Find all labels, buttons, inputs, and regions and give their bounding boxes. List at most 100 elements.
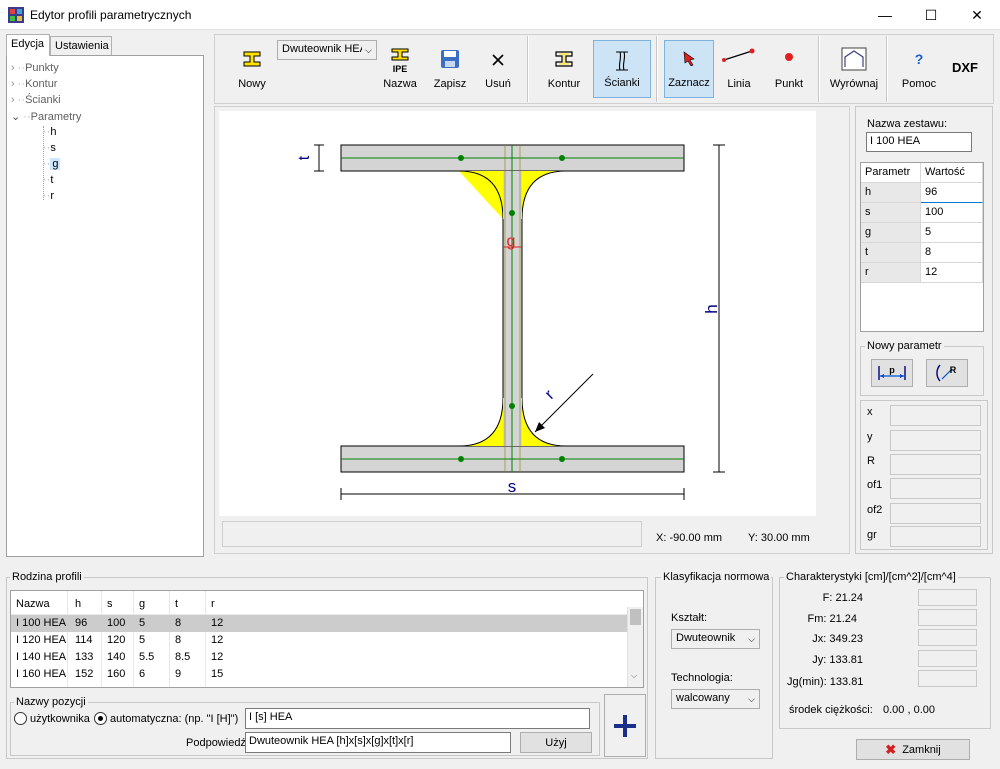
maximize-button[interactable]: ☐	[908, 0, 954, 30]
char-jy: Jy: 133.81	[812, 654, 863, 666]
characteristics-label: Charakterystyki [cm]/[cm^2]/[cm^4]	[784, 571, 958, 583]
name-button[interactable]: IPE Nazwa	[378, 40, 422, 98]
tree-item-kontur[interactable]: › ··Kontur	[11, 78, 57, 94]
hint-label: Podpowiedź	[186, 737, 246, 749]
status-field	[222, 521, 642, 547]
set-name-input[interactable]: I 100 HEA	[866, 132, 972, 152]
tree-param-h[interactable]: ··h	[43, 126, 56, 142]
tech-select[interactable]: walcowany ⌵	[671, 689, 760, 709]
user-option-radio[interactable]	[14, 712, 27, 725]
fillet-top-right-fill	[522, 171, 566, 219]
r-dimension-label: r	[542, 386, 558, 402]
window-title: Edytor profili parametrycznych	[30, 8, 192, 22]
delete-icon	[492, 54, 504, 66]
line-tool-icon	[722, 48, 755, 62]
new-param-label: Nowy parametr	[865, 340, 944, 352]
delete-button[interactable]: Usuń	[476, 40, 520, 98]
col-header: t	[175, 598, 179, 610]
ipe-name-icon: IPE	[391, 48, 409, 74]
r-dimension-line	[534, 373, 594, 433]
auto-option-radio[interactable]	[94, 712, 107, 725]
walls-button[interactable]: Ścianki	[593, 40, 651, 98]
hint-input[interactable]: Dwuteownik HEA [h]x[s]x[g]x[t]x[r]	[245, 732, 511, 753]
char-jy-field	[918, 650, 977, 667]
ipe-icon-text: IPE	[393, 64, 408, 74]
table-row[interactable]: I 140 HEA 133 140 5.5 8.5 12	[11, 649, 627, 666]
param-value-t[interactable]: 8	[921, 243, 983, 263]
profile-type-select[interactable]: Dwuteownik HEA ⌵	[277, 40, 377, 60]
plus-icon	[614, 714, 636, 737]
radio-dot	[98, 716, 103, 721]
help-button[interactable]: ? Pomoc	[894, 40, 944, 98]
point[interactable]	[559, 456, 565, 462]
table-scrollbar[interactable]: ⌵	[627, 607, 643, 687]
line-label: Linia	[727, 78, 751, 90]
param-r-icon: R	[936, 364, 957, 382]
table-row[interactable]: I 120 HEA 114 120 5 8 12	[11, 632, 627, 649]
param-value-s[interactable]: 100	[921, 203, 983, 223]
tree-item-parametry[interactable]: ⌄ ··Parametry	[11, 110, 81, 126]
chevron-down-icon: ⌵	[748, 634, 755, 644]
param-header-name: Parametr	[861, 163, 921, 183]
contour-button[interactable]: Kontur	[536, 40, 592, 98]
save-label: Zapisz	[433, 78, 467, 90]
select-button[interactable]: Zaznacz	[664, 40, 714, 98]
select-label: Zaznacz	[668, 77, 710, 89]
tree-param-t[interactable]: ··t	[43, 174, 53, 190]
add-param-r-button[interactable]: R	[926, 359, 968, 387]
add-profile-button[interactable]	[604, 694, 646, 757]
tree-param-s[interactable]: ··s	[43, 142, 56, 158]
char-jx: Jx: 349.23	[812, 633, 863, 645]
shape-select[interactable]: Dwuteownik ⌵	[671, 629, 760, 649]
shape-label: Kształt:	[671, 612, 708, 624]
align-button[interactable]: Wyrównaj	[826, 40, 882, 98]
drawing-canvas[interactable]: g t h s r	[219, 111, 816, 516]
chevron-right-icon: ›	[11, 62, 15, 74]
help-label: Pomoc	[901, 78, 937, 90]
contour-icon	[555, 51, 573, 67]
chevron-down-icon: ⌄	[11, 111, 21, 123]
name-label: Nazwa	[383, 78, 417, 90]
tree-item-punkty[interactable]: › ··Punkty	[11, 62, 59, 78]
h-dimension-label: h	[702, 304, 721, 313]
tree-item-scianki[interactable]: › ··Ścianki	[11, 94, 61, 110]
param-name: s	[861, 203, 921, 223]
tree-param-g[interactable]: ·· g	[43, 158, 61, 174]
tab-ustawienia[interactable]: Ustawienia	[50, 36, 112, 56]
save-button[interactable]: Zapisz	[428, 40, 472, 98]
contour-label: Kontur	[547, 78, 581, 90]
user-option-label: użytkownika	[30, 713, 90, 725]
delete-label: Usuń	[485, 78, 511, 90]
close-window-button[interactable]: ✕	[954, 0, 1000, 30]
new-button[interactable]: Nowy	[222, 40, 282, 98]
param-value-h[interactable]: 96	[921, 183, 983, 203]
point[interactable]	[509, 210, 515, 216]
app-icon	[8, 7, 24, 23]
center-label: środek ciężkości:	[789, 704, 873, 716]
param-value-g[interactable]: 5	[921, 223, 983, 243]
point[interactable]	[458, 456, 464, 462]
tree-param-r[interactable]: ··r	[43, 190, 54, 206]
use-button[interactable]: Użyj	[520, 732, 592, 753]
g-dimension-label: g	[507, 233, 516, 250]
tab-edycja[interactable]: Edycja	[6, 34, 50, 56]
dxf-button[interactable]: DXF	[948, 60, 982, 78]
table-row[interactable]: I 100 HEA 96 100 5 8 12	[11, 615, 627, 632]
auto-name-input[interactable]: I [s] HEA	[245, 708, 590, 729]
col-header: h	[75, 598, 82, 610]
param-value-r[interactable]: 12	[921, 263, 983, 283]
positions-label: Nazwy pozycji	[14, 696, 88, 708]
point[interactable]	[509, 403, 515, 409]
minimize-button[interactable]: —	[862, 0, 908, 30]
scroll-down-icon[interactable]: ⌵	[631, 671, 637, 681]
line-button[interactable]: Linia	[716, 40, 762, 98]
close-button[interactable]: ✖ Zamknij	[856, 739, 970, 760]
coord-label-r: R	[867, 455, 875, 467]
point[interactable]	[458, 155, 464, 161]
point[interactable]	[559, 155, 565, 161]
point-button[interactable]: Punkt	[766, 40, 812, 98]
table-row[interactable]: I 160 HEA 152 160 6 9 15	[11, 666, 627, 683]
add-param-p-button[interactable]: p	[871, 359, 913, 387]
scrollbar-thumb[interactable]	[630, 609, 641, 625]
chevron-right-icon: ›	[11, 78, 15, 90]
